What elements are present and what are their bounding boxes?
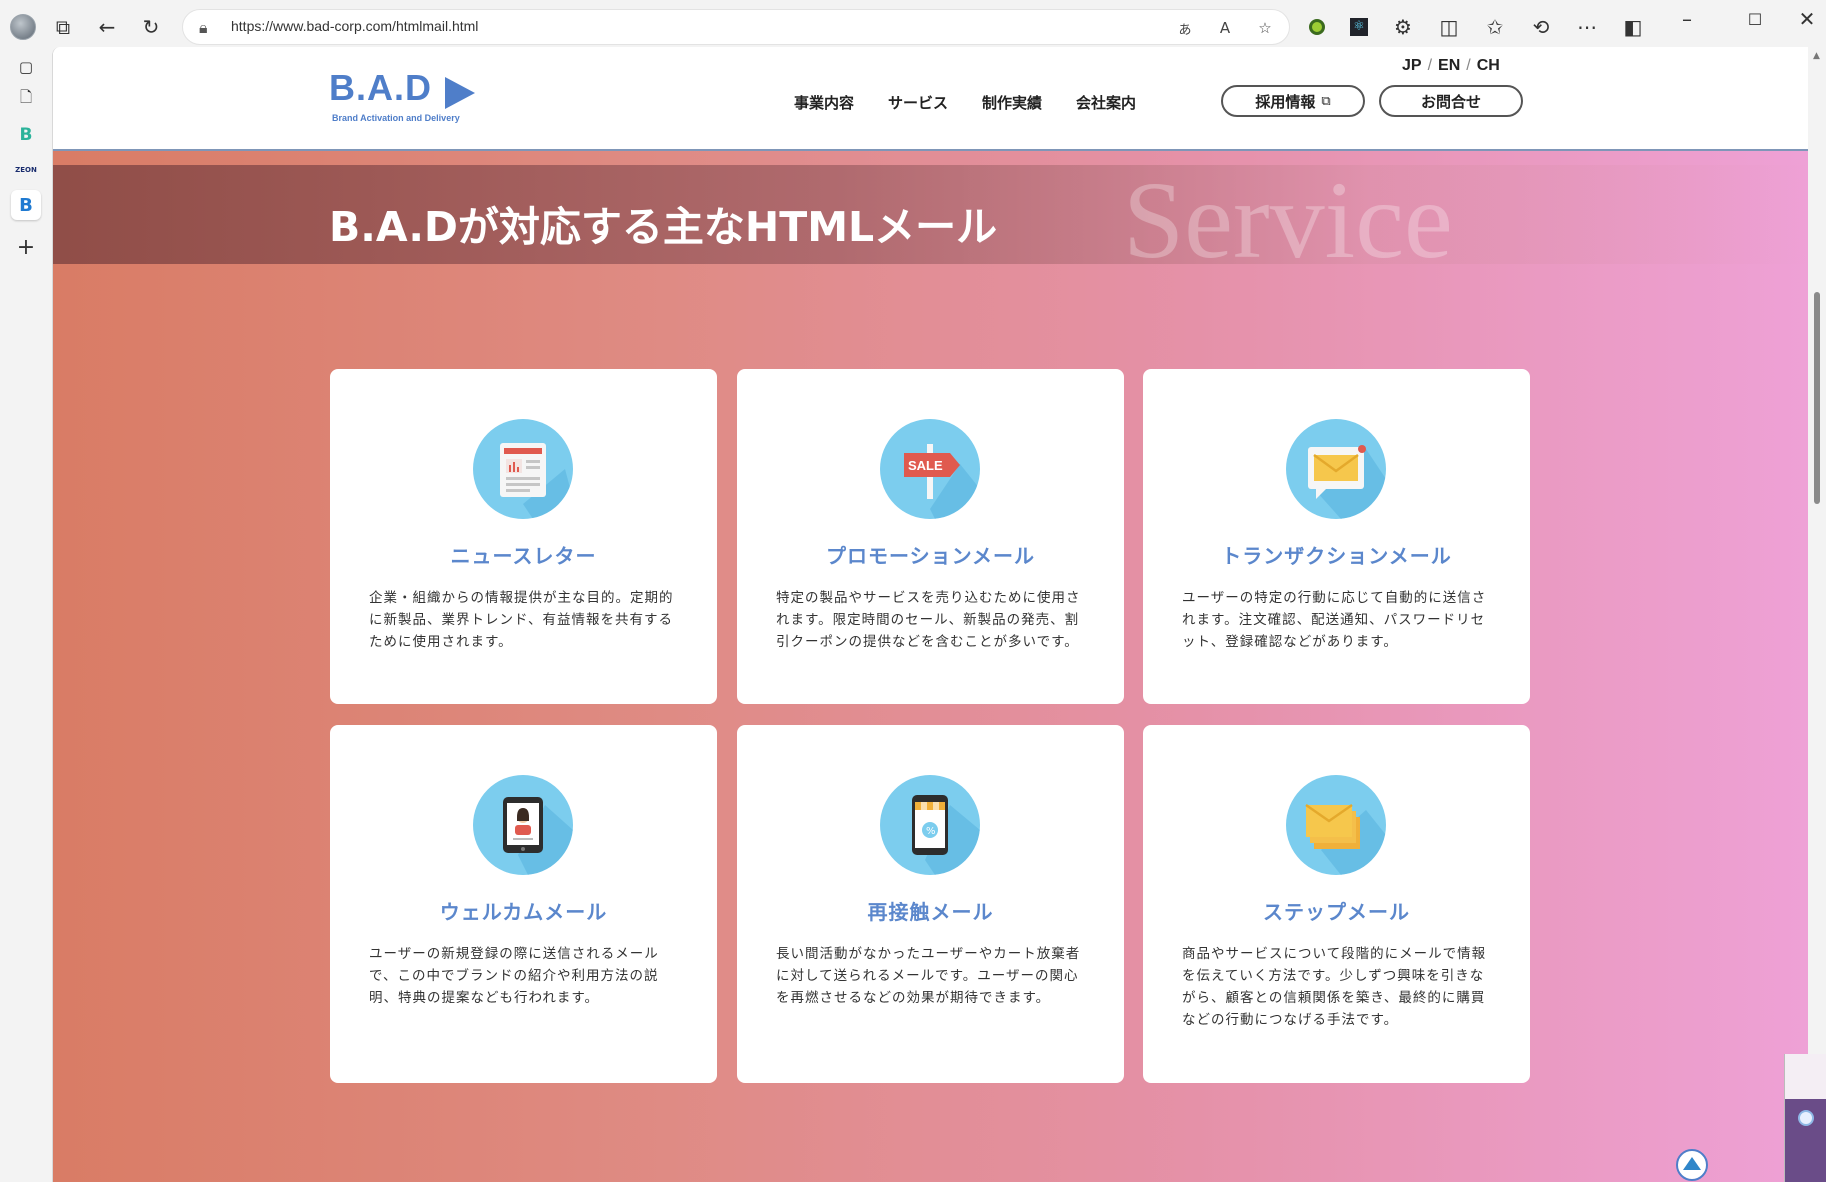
- card-title: ニュースレター: [450, 544, 597, 568]
- up-arrow-icon: [1683, 1157, 1701, 1170]
- card-title: トランザクションメール: [1221, 544, 1452, 568]
- card-description: 商品やサービスについて段階的にメールで情報を伝えていく方法です。少しずつ興味を引…: [1182, 946, 1487, 1028]
- lang-en[interactable]: EN: [1438, 57, 1460, 74]
- recruit-button[interactable]: 採用情報 ⧉: [1221, 85, 1365, 117]
- favorites-icon[interactable]: ✩: [1478, 10, 1512, 44]
- history-icon[interactable]: ⟲: [1524, 10, 1558, 44]
- contact-button[interactable]: お問合せ: [1379, 85, 1523, 117]
- sidebar-toggle-icon[interactable]: ◧: [1616, 10, 1650, 44]
- envelope-notification-icon: [1286, 419, 1386, 519]
- lang-ch[interactable]: CH: [1477, 57, 1500, 74]
- card-title: プロモーションメール: [826, 544, 1035, 568]
- widget-dot-icon: [1798, 1110, 1814, 1126]
- refresh-icon[interactable]: ↻: [134, 10, 168, 44]
- mobile-shop-icon: %: [880, 775, 980, 875]
- recruit-label: 採用情報: [1255, 92, 1316, 111]
- site-header: B.A.D Brand Activation and Delivery 事業内容…: [53, 47, 1808, 151]
- browser-sidebar: ▢ 🗋 B ZEON B +: [0, 52, 52, 1182]
- split-screen-icon[interactable]: ◫: [1432, 10, 1466, 44]
- language-switcher: JP / EN / CH: [1402, 57, 1500, 74]
- card-promotion: SALE プロモーションメール 特定の製品やサービスを売り込むために使用されます…: [737, 369, 1124, 704]
- site-logo[interactable]: B.A.D Brand Activation and Delivery: [329, 67, 479, 127]
- nav-business[interactable]: 事業内容: [794, 92, 854, 113]
- address-bar[interactable]: 🔒︎ https://www.bad-corp.com/htmlmail.htm…: [182, 9, 1290, 45]
- external-window-icon: ⧉: [1321, 93, 1331, 109]
- card-description: ユーザーの新規登録の際に送信されるメールで、この中でブランドの紹介や利用方法の説…: [369, 946, 659, 1006]
- svg-text:%: %: [926, 826, 936, 837]
- add-icon[interactable]: +: [11, 232, 41, 262]
- page-viewport: B.A.D Brand Activation and Delivery 事業内容…: [52, 47, 1808, 1182]
- card-welcome: ウェルカムメール ユーザーの新規登録の際に送信されるメールで、この中でブランドの…: [330, 725, 717, 1083]
- section-banner: Service B.A.Dが対応する主なHTMLメール: [53, 165, 1808, 275]
- extension-react-icon[interactable]: ⚛: [1342, 10, 1376, 44]
- card-description: 企業・組織からの情報提供が主な目的。定期的に新製品、業界トレンド、有益情報を共有…: [369, 590, 674, 650]
- card-transaction: トランザクションメール ユーザーの特定の行動に応じて自動的に送信されます。注文確…: [1143, 369, 1530, 704]
- more-icon[interactable]: ⋯: [1570, 10, 1604, 44]
- scroll-up-arrow-icon[interactable]: ▲: [1813, 51, 1820, 61]
- sale-label: SALE: [908, 458, 943, 473]
- page-top-button[interactable]: [1676, 1149, 1708, 1181]
- card-description: 特定の製品やサービスを売り込むために使用されます。限定時間のセール、新製品の発売…: [776, 590, 1081, 650]
- page-icon[interactable]: 🗋: [11, 84, 41, 114]
- extension-green-icon[interactable]: [1300, 10, 1334, 44]
- card-reengagement: % 再接触メール 長い間活動がなかったユーザーやカート放棄者に対して送られるメー…: [737, 725, 1124, 1083]
- card-newsletter: ニュースレター 企業・組織からの情報提供が主な目的。定期的に新製品、業界トレンド…: [330, 369, 717, 704]
- nav-service[interactable]: サービス: [888, 92, 948, 113]
- back-icon[interactable]: ←: [90, 10, 124, 44]
- scroll-thumb[interactable]: [1814, 292, 1820, 504]
- nav-works[interactable]: 制作実績: [982, 92, 1042, 113]
- nav-company[interactable]: 会社案内: [1076, 92, 1136, 113]
- page-scrollbar[interactable]: ▲: [1808, 47, 1826, 1182]
- lock-icon[interactable]: 🔒︎: [199, 18, 208, 38]
- tab-actions-icon[interactable]: ▢: [11, 52, 41, 82]
- close-icon[interactable]: ✕: [1790, 2, 1824, 36]
- tabs-icon[interactable]: ⧉: [46, 10, 80, 44]
- read-aloud-icon[interactable]: A: [1213, 16, 1237, 40]
- card-title: 再接触メール: [867, 900, 994, 924]
- card-step: ステップメール 商品やサービスについて段階的にメールで情報を伝えていく方法です。…: [1143, 725, 1530, 1083]
- stacked-envelopes-icon: [1286, 775, 1386, 875]
- floating-side-widget[interactable]: [1784, 1054, 1826, 1182]
- lang-jp[interactable]: JP: [1402, 57, 1422, 74]
- profile-avatar[interactable]: [10, 14, 36, 40]
- newsletter-icon: [473, 419, 573, 519]
- section-title: B.A.Dが対応する主なHTMLメール: [329, 203, 998, 251]
- tablet-profile-icon: [473, 775, 573, 875]
- card-title: ステップメール: [1263, 900, 1410, 924]
- extension-icon[interactable]: ⚙: [1386, 10, 1420, 44]
- favorite-star-icon[interactable]: ☆: [1253, 16, 1277, 40]
- banner-background-word: Service: [1123, 159, 1453, 281]
- zeon-app-icon[interactable]: ZEON: [11, 155, 41, 185]
- maximize-icon[interactable]: ☐: [1738, 2, 1772, 36]
- card-title: ウェルカムメール: [439, 900, 608, 924]
- card-description: ユーザーの特定の行動に応じて自動的に送信されます。注文確認、配送通知、パスワード…: [1182, 590, 1487, 650]
- logo-subtitle: Brand Activation and Delivery: [332, 113, 460, 123]
- contact-label: お問合せ: [1420, 92, 1481, 111]
- card-description: 長い間活動がなかったユーザーやカート放棄者に対して送られるメールです。ユーザーの…: [776, 946, 1081, 1006]
- b-app-green-icon[interactable]: B: [11, 120, 41, 150]
- sale-sign-icon: SALE: [880, 419, 980, 519]
- browser-titlebar: ⧉ ← ↻ 🔒︎ https://www.bad-corp.com/htmlma…: [0, 0, 1826, 52]
- b-app-blue-icon[interactable]: B: [11, 190, 41, 220]
- logo-triangle-icon: [445, 77, 475, 109]
- url-text[interactable]: https://www.bad-corp.com/htmlmail.html: [231, 18, 478, 34]
- logo-text: B.A.D: [329, 67, 432, 108]
- translate-icon[interactable]: あ: [1173, 16, 1197, 40]
- service-section: Service B.A.Dが対応する主なHTMLメール ニュースレター 企業・組…: [53, 151, 1808, 1182]
- minimize-icon[interactable]: –: [1670, 2, 1704, 36]
